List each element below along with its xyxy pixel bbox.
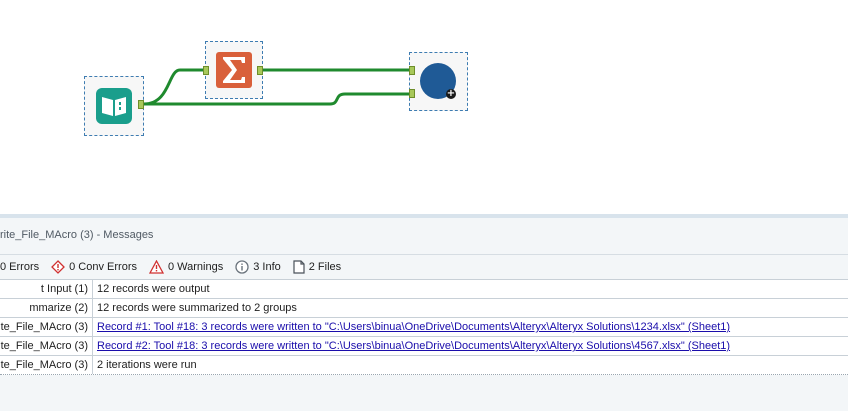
table-row[interactable]: ite_File_MAcro (3) Record #2: Tool #18: … — [0, 336, 848, 355]
input-output-anchor[interactable] — [138, 100, 144, 109]
row-tool-name: mmarize (2) — [0, 299, 93, 317]
errors-label: 0 Errors — [0, 261, 40, 273]
table-row[interactable]: t Input (1) 12 records were output — [0, 279, 848, 298]
input-data-tool[interactable] — [84, 76, 144, 136]
row-tool-name: ite_File_MAcro (3) — [0, 318, 93, 336]
warnings-label: 0 Warnings — [167, 261, 224, 273]
table-row[interactable]: mmarize (2) 12 records were summarized t… — [0, 298, 848, 317]
macro-input-anchor-bottom[interactable] — [409, 89, 415, 98]
info-icon — [235, 260, 249, 274]
file-link[interactable]: Record #2: Tool #18: 3 records were writ… — [93, 337, 730, 355]
summarize-input-anchor[interactable] — [203, 66, 209, 75]
conv-errors-label: 0 Conv Errors — [69, 261, 137, 273]
book-icon — [96, 88, 132, 124]
file-link[interactable]: Record #1: Tool #18: 3 records were writ… — [93, 318, 730, 336]
summarize-tool[interactable] — [205, 41, 263, 99]
workflow-canvas[interactable]: + — [0, 0, 848, 214]
filter-conv-errors[interactable]: 0 Conv Errors — [51, 260, 137, 274]
row-message: 12 records were summarized to 2 groups — [97, 302, 297, 314]
wire-input-to-summarize — [143, 68, 205, 106]
files-label: 2 Files — [308, 261, 342, 273]
filter-warnings[interactable]: 0 Warnings — [148, 260, 224, 274]
row-message: 2 iterations were run — [97, 359, 197, 371]
sigma-icon — [216, 52, 252, 88]
macro-input-anchor-top[interactable] — [409, 66, 415, 75]
warning-icon — [148, 260, 164, 274]
messages-grid: t Input (1) 12 records were output mmari… — [0, 279, 848, 375]
conv-error-icon — [51, 260, 66, 274]
table-row[interactable]: ite_File_MAcro (3) 2 iterations were run — [0, 355, 848, 375]
filter-files[interactable]: 2 Files — [293, 260, 341, 274]
table-row[interactable]: ite_File_MAcro (3) Record #1: Tool #18: … — [0, 317, 848, 336]
summarize-output-anchor[interactable] — [257, 66, 263, 75]
messages-header: rite_File_MAcro (3) - Messages — [0, 218, 848, 255]
circle-icon — [420, 63, 456, 99]
file-icon — [293, 260, 305, 274]
row-tool-name: t Input (1) — [0, 280, 93, 298]
macro-tool[interactable] — [409, 52, 468, 111]
messages-title: rite_File_MAcro (3) - Messages — [0, 229, 154, 241]
row-tool-name: ite_File_MAcro (3) — [0, 356, 93, 374]
add-plus-icon[interactable]: + — [446, 89, 456, 99]
filter-info[interactable]: 3 Info — [235, 260, 281, 274]
filter-errors[interactable]: 0 Errors — [0, 261, 39, 273]
info-label: 3 Info — [253, 261, 281, 273]
message-filter-bar: 0 Errors 0 Conv Errors 0 Warnings 3 Info… — [0, 256, 848, 278]
row-message: 12 records were output — [97, 283, 210, 295]
wire-input-to-macro-bottom — [144, 92, 410, 106]
row-tool-name: ite_File_MAcro (3) — [0, 337, 93, 355]
